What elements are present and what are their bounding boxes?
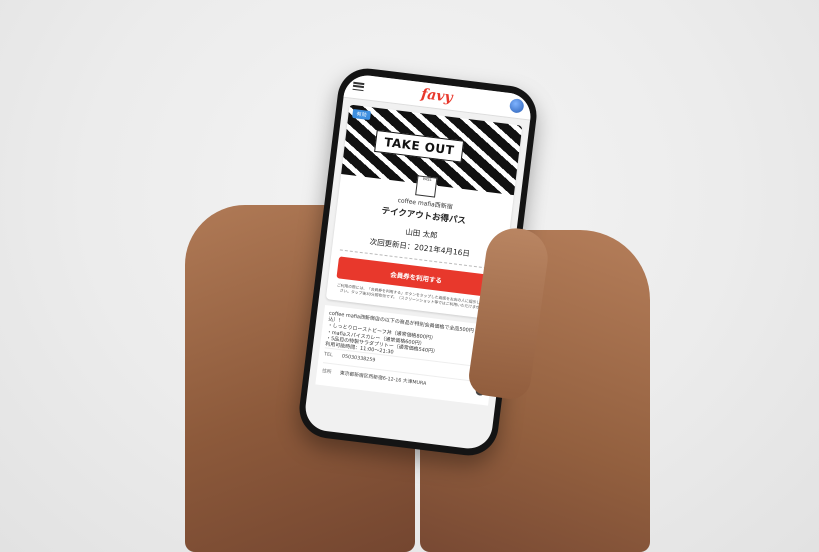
favy-logo[interactable]: favy (420, 86, 453, 106)
pass-logo: PASS (415, 175, 438, 198)
avatar-icon[interactable] (508, 98, 525, 114)
hamburger-icon[interactable] (352, 81, 365, 92)
address-label: 住所 (321, 368, 332, 376)
details-section: coffee mafia西新宿店の以下の商品が特別会員価格で全品500円（税込）… (315, 304, 498, 407)
status-badge: 有効 (352, 108, 372, 121)
tel-label: TEL (323, 352, 333, 359)
photo-scene: favy 有効 TAKE OUT PASS coffee mafia西新宿 テイ… (0, 0, 819, 552)
takeout-title: TAKE OUT (374, 129, 465, 163)
